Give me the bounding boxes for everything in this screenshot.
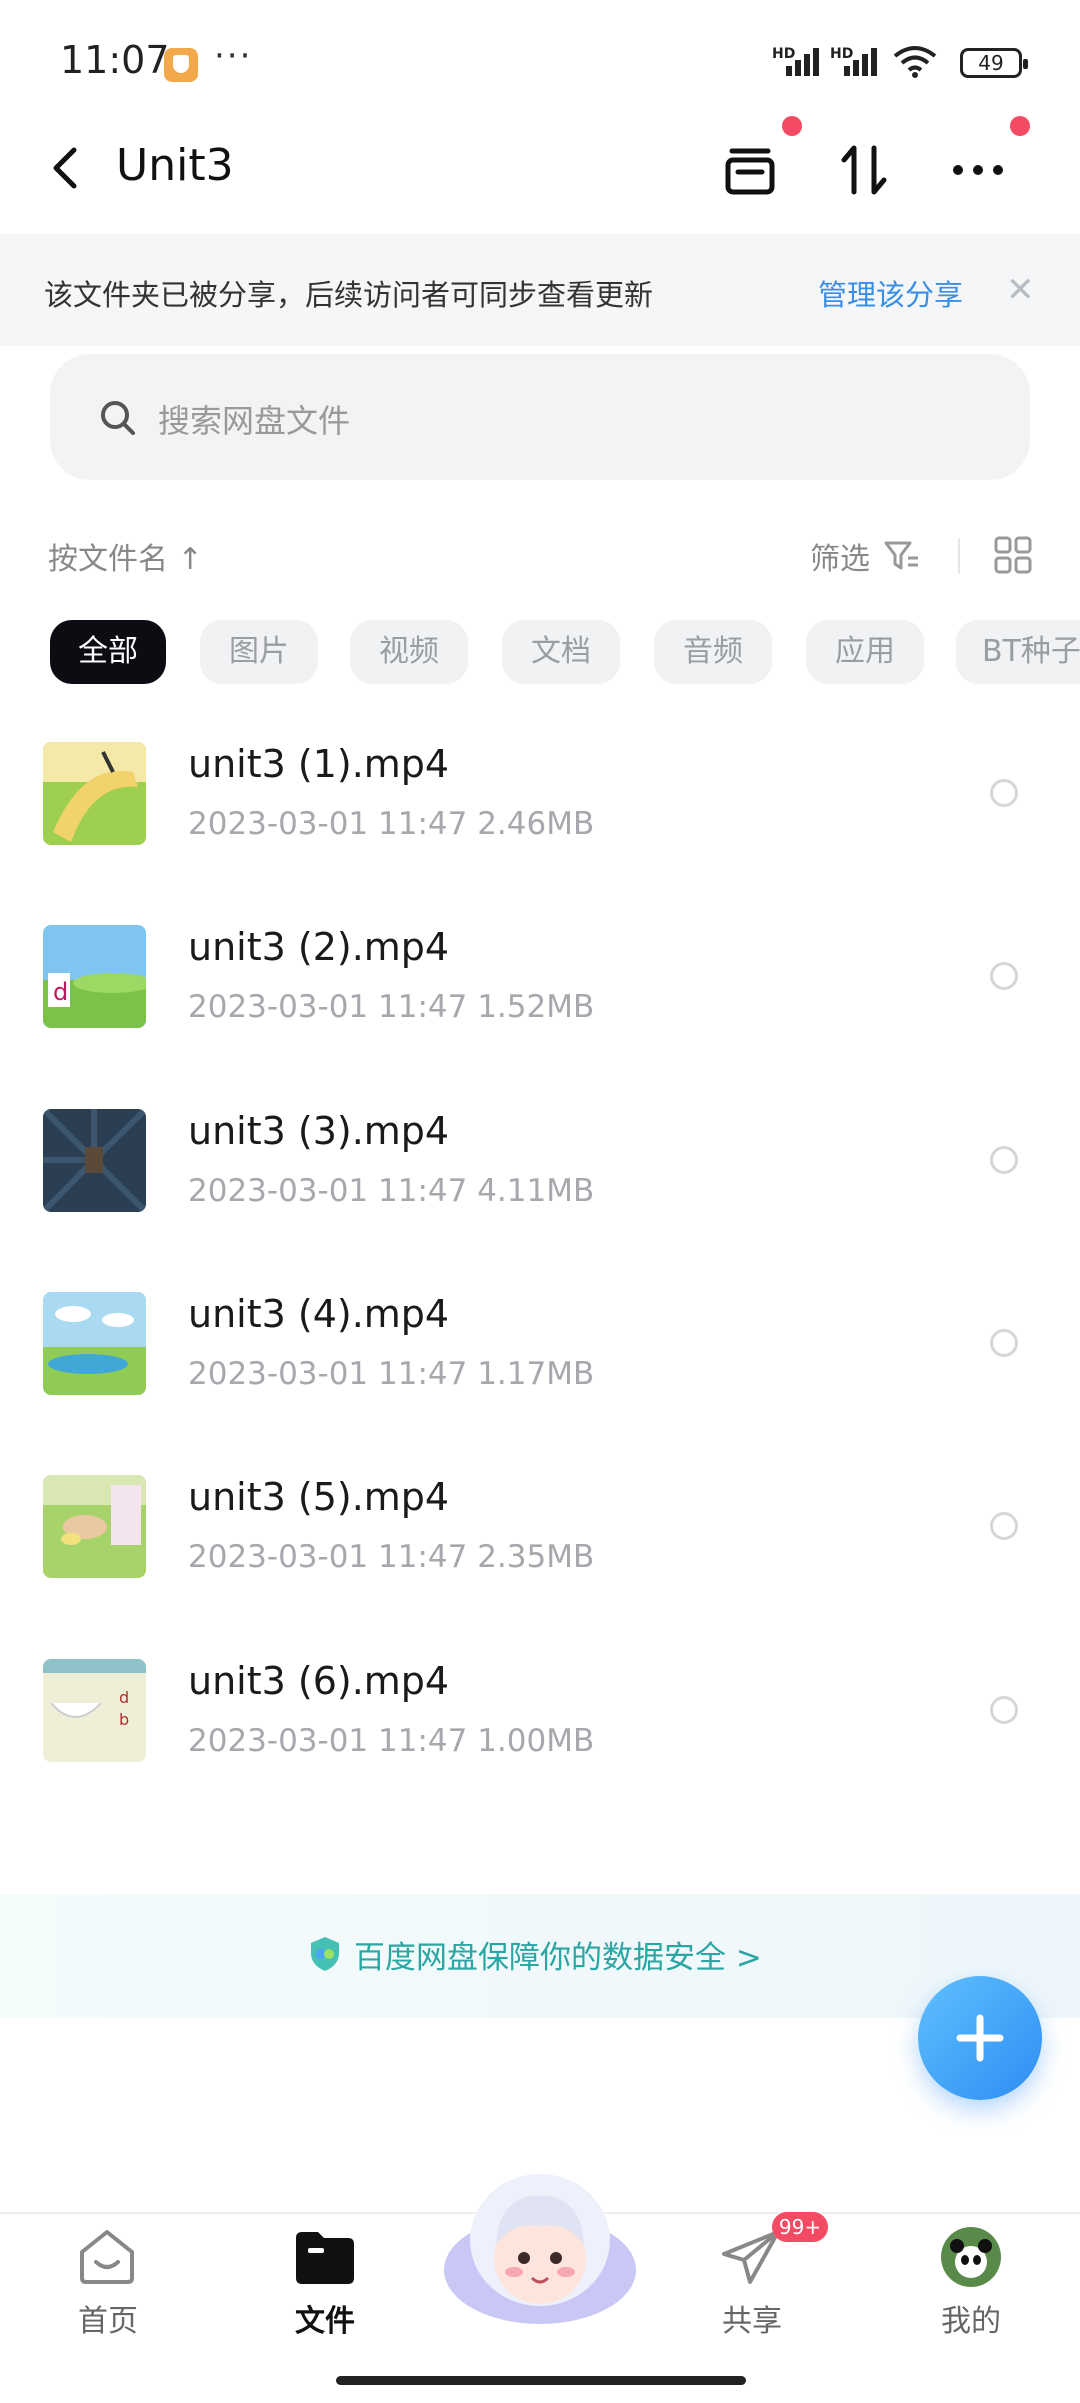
video-thumbnail: d — [43, 925, 146, 1028]
divider — [958, 538, 960, 574]
file-meta: 2023-03-01 11:47 1.00MB — [188, 1723, 595, 1759]
file-name: unit3 (5).mp4 — [188, 1475, 450, 1519]
plus-icon — [956, 2014, 1004, 2062]
manage-share-link[interactable]: 管理该分享 — [818, 272, 963, 314]
file-name: unit3 (4).mp4 — [188, 1292, 450, 1336]
file-name: unit3 (6).mp4 — [188, 1659, 450, 1703]
sort-by-name-button[interactable]: 按文件名 ↑ — [48, 534, 203, 578]
select-radio[interactable] — [990, 1329, 1018, 1357]
file-name: unit3 (3).mp4 — [188, 1109, 450, 1153]
chip-bt-torrent[interactable]: BT种子 — [956, 620, 1080, 684]
nav-mine-label[interactable]: 我的 — [901, 2296, 1041, 2340]
chip-audio[interactable]: 音频 — [654, 620, 772, 684]
signal-icon-2 — [844, 48, 877, 76]
chevron-left-icon[interactable] — [50, 146, 80, 190]
home-indicator — [336, 2376, 746, 2385]
file-meta: 2023-03-01 11:47 1.17MB — [188, 1356, 595, 1392]
filter-icon[interactable] — [884, 540, 920, 572]
more-dots-icon[interactable] — [946, 138, 1010, 202]
chip-all[interactable]: 全部 — [50, 620, 166, 684]
share-count-badge: 99+ — [772, 2212, 828, 2242]
svg-text:b: b — [119, 1710, 129, 1729]
select-radio[interactable] — [990, 1512, 1018, 1540]
video-thumbnail — [43, 1292, 146, 1395]
notification-dot — [1010, 116, 1030, 136]
search-input[interactable]: 搜索网盘文件 — [158, 396, 350, 442]
filter-button[interactable]: 筛选 — [810, 534, 870, 578]
share-notice-text: 该文件夹已被分享，后续访问者可同步查看更新 — [44, 278, 654, 312]
battery-indicator: 49 — [960, 48, 1028, 78]
video-thumbnail: db — [43, 1659, 146, 1762]
search-icon — [101, 401, 135, 435]
signal-icon-1 — [786, 48, 819, 76]
panda-avatar-icon[interactable] — [940, 2226, 1002, 2288]
nav-files-label[interactable]: 文件 — [255, 2296, 395, 2340]
home-icon[interactable] — [74, 2226, 140, 2288]
folder-icon[interactable] — [292, 2228, 358, 2286]
chip-documents[interactable]: 文档 — [502, 620, 620, 684]
close-icon[interactable]: ✕ — [1006, 270, 1035, 310]
file-meta: 2023-03-01 11:47 2.35MB — [188, 1539, 595, 1575]
svg-text:d: d — [119, 1688, 129, 1707]
video-thumbnail — [43, 742, 146, 845]
status-time: 11:07 — [60, 38, 170, 82]
nav-share-label[interactable]: 共享 — [682, 2296, 822, 2340]
select-radio[interactable] — [990, 1146, 1018, 1174]
chip-apps[interactable]: 应用 — [806, 620, 924, 684]
file-name: unit3 (1).mp4 — [188, 742, 450, 786]
add-button[interactable] — [918, 1976, 1042, 2100]
select-radio[interactable] — [990, 779, 1018, 807]
shield-app-icon — [164, 48, 198, 82]
transfer-icon[interactable] — [832, 138, 896, 202]
nav-home-label[interactable]: 首页 — [38, 2296, 178, 2340]
status-overflow-dots: ··· — [214, 36, 253, 76]
wifi-icon — [893, 46, 937, 78]
video-thumbnail — [43, 1475, 146, 1578]
file-name: unit3 (2).mp4 — [188, 925, 450, 969]
chip-videos[interactable]: 视频 — [350, 620, 468, 684]
grid-view-icon[interactable] — [994, 536, 1032, 574]
file-meta: 2023-03-01 11:47 2.46MB — [188, 806, 595, 842]
file-meta: 2023-03-01 11:47 4.11MB — [188, 1173, 595, 1209]
page-title: Unit3 — [116, 140, 234, 191]
shield-check-icon — [311, 1937, 339, 1971]
select-radio[interactable] — [990, 1696, 1018, 1724]
select-radio[interactable] — [990, 962, 1018, 990]
archive-icon[interactable] — [718, 138, 782, 202]
svg-text:d: d — [53, 978, 68, 1006]
video-thumbnail — [43, 1109, 146, 1212]
notification-dot — [782, 116, 802, 136]
mascot-avatar[interactable] — [440, 2160, 640, 2330]
security-banner-text[interactable]: 百度网盘保障你的数据安全 > — [354, 1932, 762, 1977]
chip-images[interactable]: 图片 — [200, 620, 318, 684]
file-meta: 2023-03-01 11:47 1.52MB — [188, 989, 595, 1025]
